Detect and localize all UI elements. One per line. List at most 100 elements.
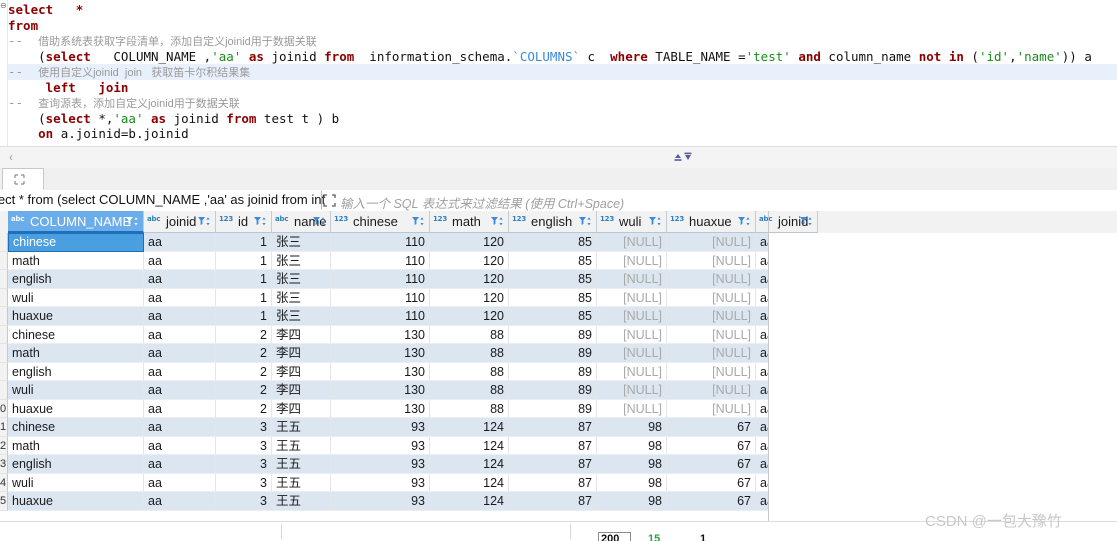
cell-math[interactable]: 88: [430, 399, 509, 418]
cell-wuli[interactable]: 98: [597, 473, 667, 492]
cell-huaxue[interactable]: [NULL]: [667, 251, 756, 270]
cell-chinese[interactable]: 93: [331, 492, 430, 511]
column-header-name[interactable]: abc name: [272, 211, 331, 233]
cell-COLUMN_NAME[interactable]: wuli: [8, 473, 144, 492]
filter-sort-icon[interactable]: [799, 215, 814, 229]
cell-math[interactable]: 120: [430, 233, 509, 252]
cell-id[interactable]: 2: [216, 344, 272, 363]
cell-chinese[interactable]: 93: [331, 473, 430, 492]
cell-math[interactable]: 120: [430, 288, 509, 307]
cell-wuli[interactable]: [NULL]: [597, 233, 667, 252]
cell-joinid[interactable]: aa: [144, 270, 216, 289]
cell-chinese[interactable]: 93: [331, 436, 430, 455]
cell-name[interactable]: 张三: [272, 288, 331, 307]
cell-name[interactable]: 李四: [272, 325, 331, 344]
cell-COLUMN_NAME[interactable]: huaxue: [8, 399, 144, 418]
sql-code[interactable]: select * from -- 借助系统表获取字段清单，添加自定义joinid用于…: [8, 2, 1117, 142]
cell-joinid[interactable]: aa: [144, 307, 216, 326]
cell-wuli[interactable]: [NULL]: [597, 270, 667, 289]
cell-english[interactable]: 89: [509, 399, 597, 418]
cell-chinese[interactable]: 93: [331, 418, 430, 437]
cell-math[interactable]: 124: [430, 418, 509, 437]
cell-joinid[interactable]: aa: [144, 344, 216, 363]
cell-huaxue[interactable]: 67: [667, 473, 756, 492]
filter-sort-icon[interactable]: [253, 215, 268, 229]
cell-id[interactable]: 1: [216, 307, 272, 326]
cell-huaxue[interactable]: [NULL]: [667, 399, 756, 418]
cell-wuli[interactable]: 98: [597, 455, 667, 474]
column-header-joinid[interactable]: abc joinid: [144, 211, 216, 233]
cell-name[interactable]: 李四: [272, 362, 331, 381]
cell-math[interactable]: 120: [430, 251, 509, 270]
cell-math[interactable]: 124: [430, 492, 509, 511]
filter-sort-icon[interactable]: [737, 215, 752, 229]
cell-COLUMN_NAME[interactable]: math: [8, 344, 144, 363]
cell-chinese[interactable]: 110: [331, 233, 430, 252]
column-header-COLUMN_NAME[interactable]: abc COLUMN_NAME: [8, 211, 144, 233]
cell-math[interactable]: 120: [430, 307, 509, 326]
result-grid[interactable]: abc COLUMN_NAME abc joinid 123 id abc name 123 ch…: [0, 211, 1117, 521]
cell-id[interactable]: 2: [216, 381, 272, 400]
sql-editor[interactable]: select * from -- 借助系统表获取字段清单，添加自定义joinid用于…: [0, 0, 1117, 146]
cell-joinid[interactable]: aa: [144, 418, 216, 437]
cell-english[interactable]: 87: [509, 436, 597, 455]
cell-name[interactable]: 李四: [272, 344, 331, 363]
cell-COLUMN_NAME[interactable]: wuli: [8, 381, 144, 400]
cell-id[interactable]: 3: [216, 473, 272, 492]
cell-name[interactable]: 王五: [272, 418, 331, 437]
cell-chinese[interactable]: 130: [331, 325, 430, 344]
cell-huaxue[interactable]: [NULL]: [667, 344, 756, 363]
cell-english[interactable]: 89: [509, 381, 597, 400]
cell-huaxue[interactable]: [NULL]: [667, 233, 756, 252]
cell-joinid[interactable]: aa: [144, 381, 216, 400]
cell-COLUMN_NAME[interactable]: english: [8, 362, 144, 381]
cell-id[interactable]: 1: [216, 233, 272, 252]
cell-COLUMN_NAME[interactable]: wuli: [8, 288, 144, 307]
filter-sort-icon[interactable]: [312, 215, 327, 229]
cell-wuli[interactable]: [NULL]: [597, 251, 667, 270]
cell-english[interactable]: 89: [509, 362, 597, 381]
expand-icon[interactable]: [323, 194, 336, 207]
filter-sort-icon[interactable]: [490, 215, 505, 229]
cell-math[interactable]: 124: [430, 473, 509, 492]
cell-wuli[interactable]: [NULL]: [597, 381, 667, 400]
cell-COLUMN_NAME[interactable]: math: [8, 436, 144, 455]
cell-COLUMN_NAME[interactable]: chinese: [8, 418, 144, 437]
cell-english[interactable]: 85: [509, 270, 597, 289]
cell-math[interactable]: 120: [430, 270, 509, 289]
cell-name[interactable]: 张三: [272, 233, 331, 252]
cell-chinese[interactable]: 110: [331, 288, 430, 307]
cell-chinese[interactable]: 130: [331, 362, 430, 381]
cell-wuli[interactable]: [NULL]: [597, 344, 667, 363]
cell-name[interactable]: 张三: [272, 270, 331, 289]
cell-joinid[interactable]: aa: [144, 473, 216, 492]
cell-COLUMN_NAME[interactable]: english: [8, 455, 144, 474]
cell-chinese[interactable]: 130: [331, 344, 430, 363]
cell-chinese[interactable]: 110: [331, 270, 430, 289]
cell-id[interactable]: 1: [216, 251, 272, 270]
cell-math[interactable]: 88: [430, 362, 509, 381]
cell-joinid[interactable]: aa: [144, 492, 216, 511]
cell-COLUMN_NAME[interactable]: huaxue: [8, 307, 144, 326]
cell-english[interactable]: 87: [509, 418, 597, 437]
cell-joinid[interactable]: aa: [144, 233, 216, 252]
cell-chinese[interactable]: 130: [331, 381, 430, 400]
cell-wuli[interactable]: [NULL]: [597, 399, 667, 418]
cell-english[interactable]: 87: [509, 455, 597, 474]
cell-id[interactable]: 2: [216, 399, 272, 418]
cell-name[interactable]: 王五: [272, 473, 331, 492]
column-header-chinese[interactable]: 123 chinese: [331, 211, 430, 233]
cell-name[interactable]: 王五: [272, 436, 331, 455]
cell-huaxue[interactable]: [NULL]: [667, 325, 756, 344]
cell-name[interactable]: 张三: [272, 251, 331, 270]
cell-COLUMN_NAME[interactable]: english: [8, 270, 144, 289]
column-header-math[interactable]: 123 math: [430, 211, 509, 233]
cell-huaxue[interactable]: 67: [667, 455, 756, 474]
cell-name[interactable]: 王五: [272, 455, 331, 474]
cell-name[interactable]: 王五: [272, 492, 331, 511]
cell-COLUMN_NAME[interactable]: math: [8, 251, 144, 270]
cell-english[interactable]: 85: [509, 251, 597, 270]
cell-huaxue[interactable]: 67: [667, 436, 756, 455]
filter-sort-icon[interactable]: [125, 215, 140, 229]
cell-huaxue[interactable]: [NULL]: [667, 270, 756, 289]
